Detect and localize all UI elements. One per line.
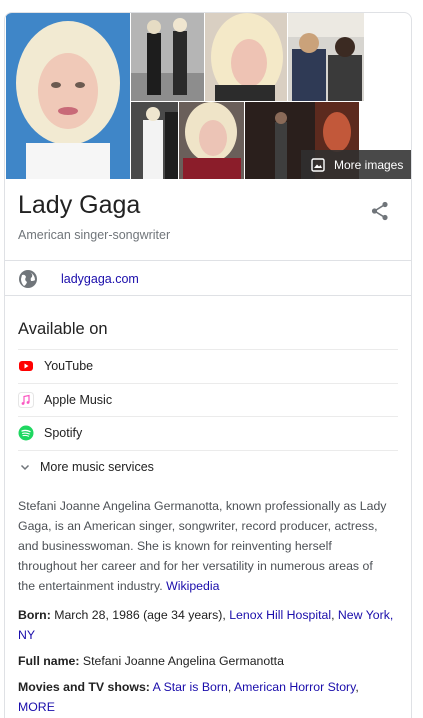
entity-subtitle: American singer-songwriter bbox=[18, 228, 171, 242]
movie-link[interactable]: A Star is Born bbox=[153, 680, 228, 694]
fact-key: Born: bbox=[18, 608, 51, 622]
main-photo[interactable] bbox=[6, 13, 130, 179]
fact-movies: Movies and TV shows: A Star is Born, Ame… bbox=[18, 680, 359, 714]
service-label: Apple Music bbox=[44, 392, 113, 407]
globe-icon bbox=[19, 270, 37, 288]
fact-value: March 28, 1986 (age 34 years), bbox=[54, 608, 226, 622]
fact-key: Movies and TV shows: bbox=[18, 680, 150, 694]
service-spotify[interactable]: Spotify bbox=[18, 416, 398, 449]
photo-thumb[interactable] bbox=[205, 13, 287, 101]
more-music-services-button[interactable]: More music services bbox=[18, 450, 398, 483]
service-apple-music[interactable]: Apple Music bbox=[18, 383, 398, 416]
fact-full-name: Full name: Stefani Joanne Angelina Germa… bbox=[18, 651, 398, 671]
spotify-icon bbox=[18, 425, 34, 440]
more-images-label: More images bbox=[334, 157, 404, 172]
divider bbox=[5, 295, 411, 296]
share-icon[interactable] bbox=[368, 199, 392, 223]
service-youtube[interactable]: YouTube bbox=[18, 349, 398, 382]
tv-show-link[interactable]: American Horror Story bbox=[234, 680, 355, 694]
description: Stefani Joanne Angelina Germanotta, know… bbox=[18, 496, 393, 596]
photo-thumb[interactable] bbox=[179, 102, 244, 179]
chevron-down-icon bbox=[20, 464, 30, 470]
birthplace-hospital-link[interactable]: Lenox Hill Hospital bbox=[229, 608, 331, 622]
more-link[interactable]: MORE bbox=[18, 700, 55, 714]
knowledge-panel: More images Lady Gaga American singer-so… bbox=[4, 12, 412, 718]
entity-title: Lady Gaga bbox=[18, 191, 141, 219]
website-row: ladygaga.com bbox=[18, 268, 139, 290]
photo-thumb[interactable] bbox=[131, 13, 204, 101]
fact-value: Stefani Joanne Angelina Germanotta bbox=[82, 654, 284, 668]
more-music-services-label: More music services bbox=[40, 459, 154, 474]
image-gallery-icon bbox=[311, 157, 325, 172]
fact-key: Full name: bbox=[18, 654, 80, 668]
apple-music-icon bbox=[18, 391, 34, 408]
wikipedia-link[interactable]: Wikipedia bbox=[166, 579, 219, 593]
more-images-button[interactable]: More images bbox=[301, 150, 411, 179]
youtube-icon bbox=[19, 360, 33, 371]
photo-thumb[interactable] bbox=[131, 102, 178, 179]
service-label: Spotify bbox=[44, 425, 83, 440]
available-on-heading: Available on bbox=[18, 320, 108, 338]
divider bbox=[5, 260, 411, 261]
image-collage: More images bbox=[5, 13, 411, 179]
photo-thumb[interactable] bbox=[288, 13, 364, 101]
website-link[interactable]: ladygaga.com bbox=[61, 272, 139, 286]
service-label: YouTube bbox=[44, 358, 94, 373]
fact-born: Born: March 28, 1986 (age 34 years), Len… bbox=[18, 608, 394, 642]
